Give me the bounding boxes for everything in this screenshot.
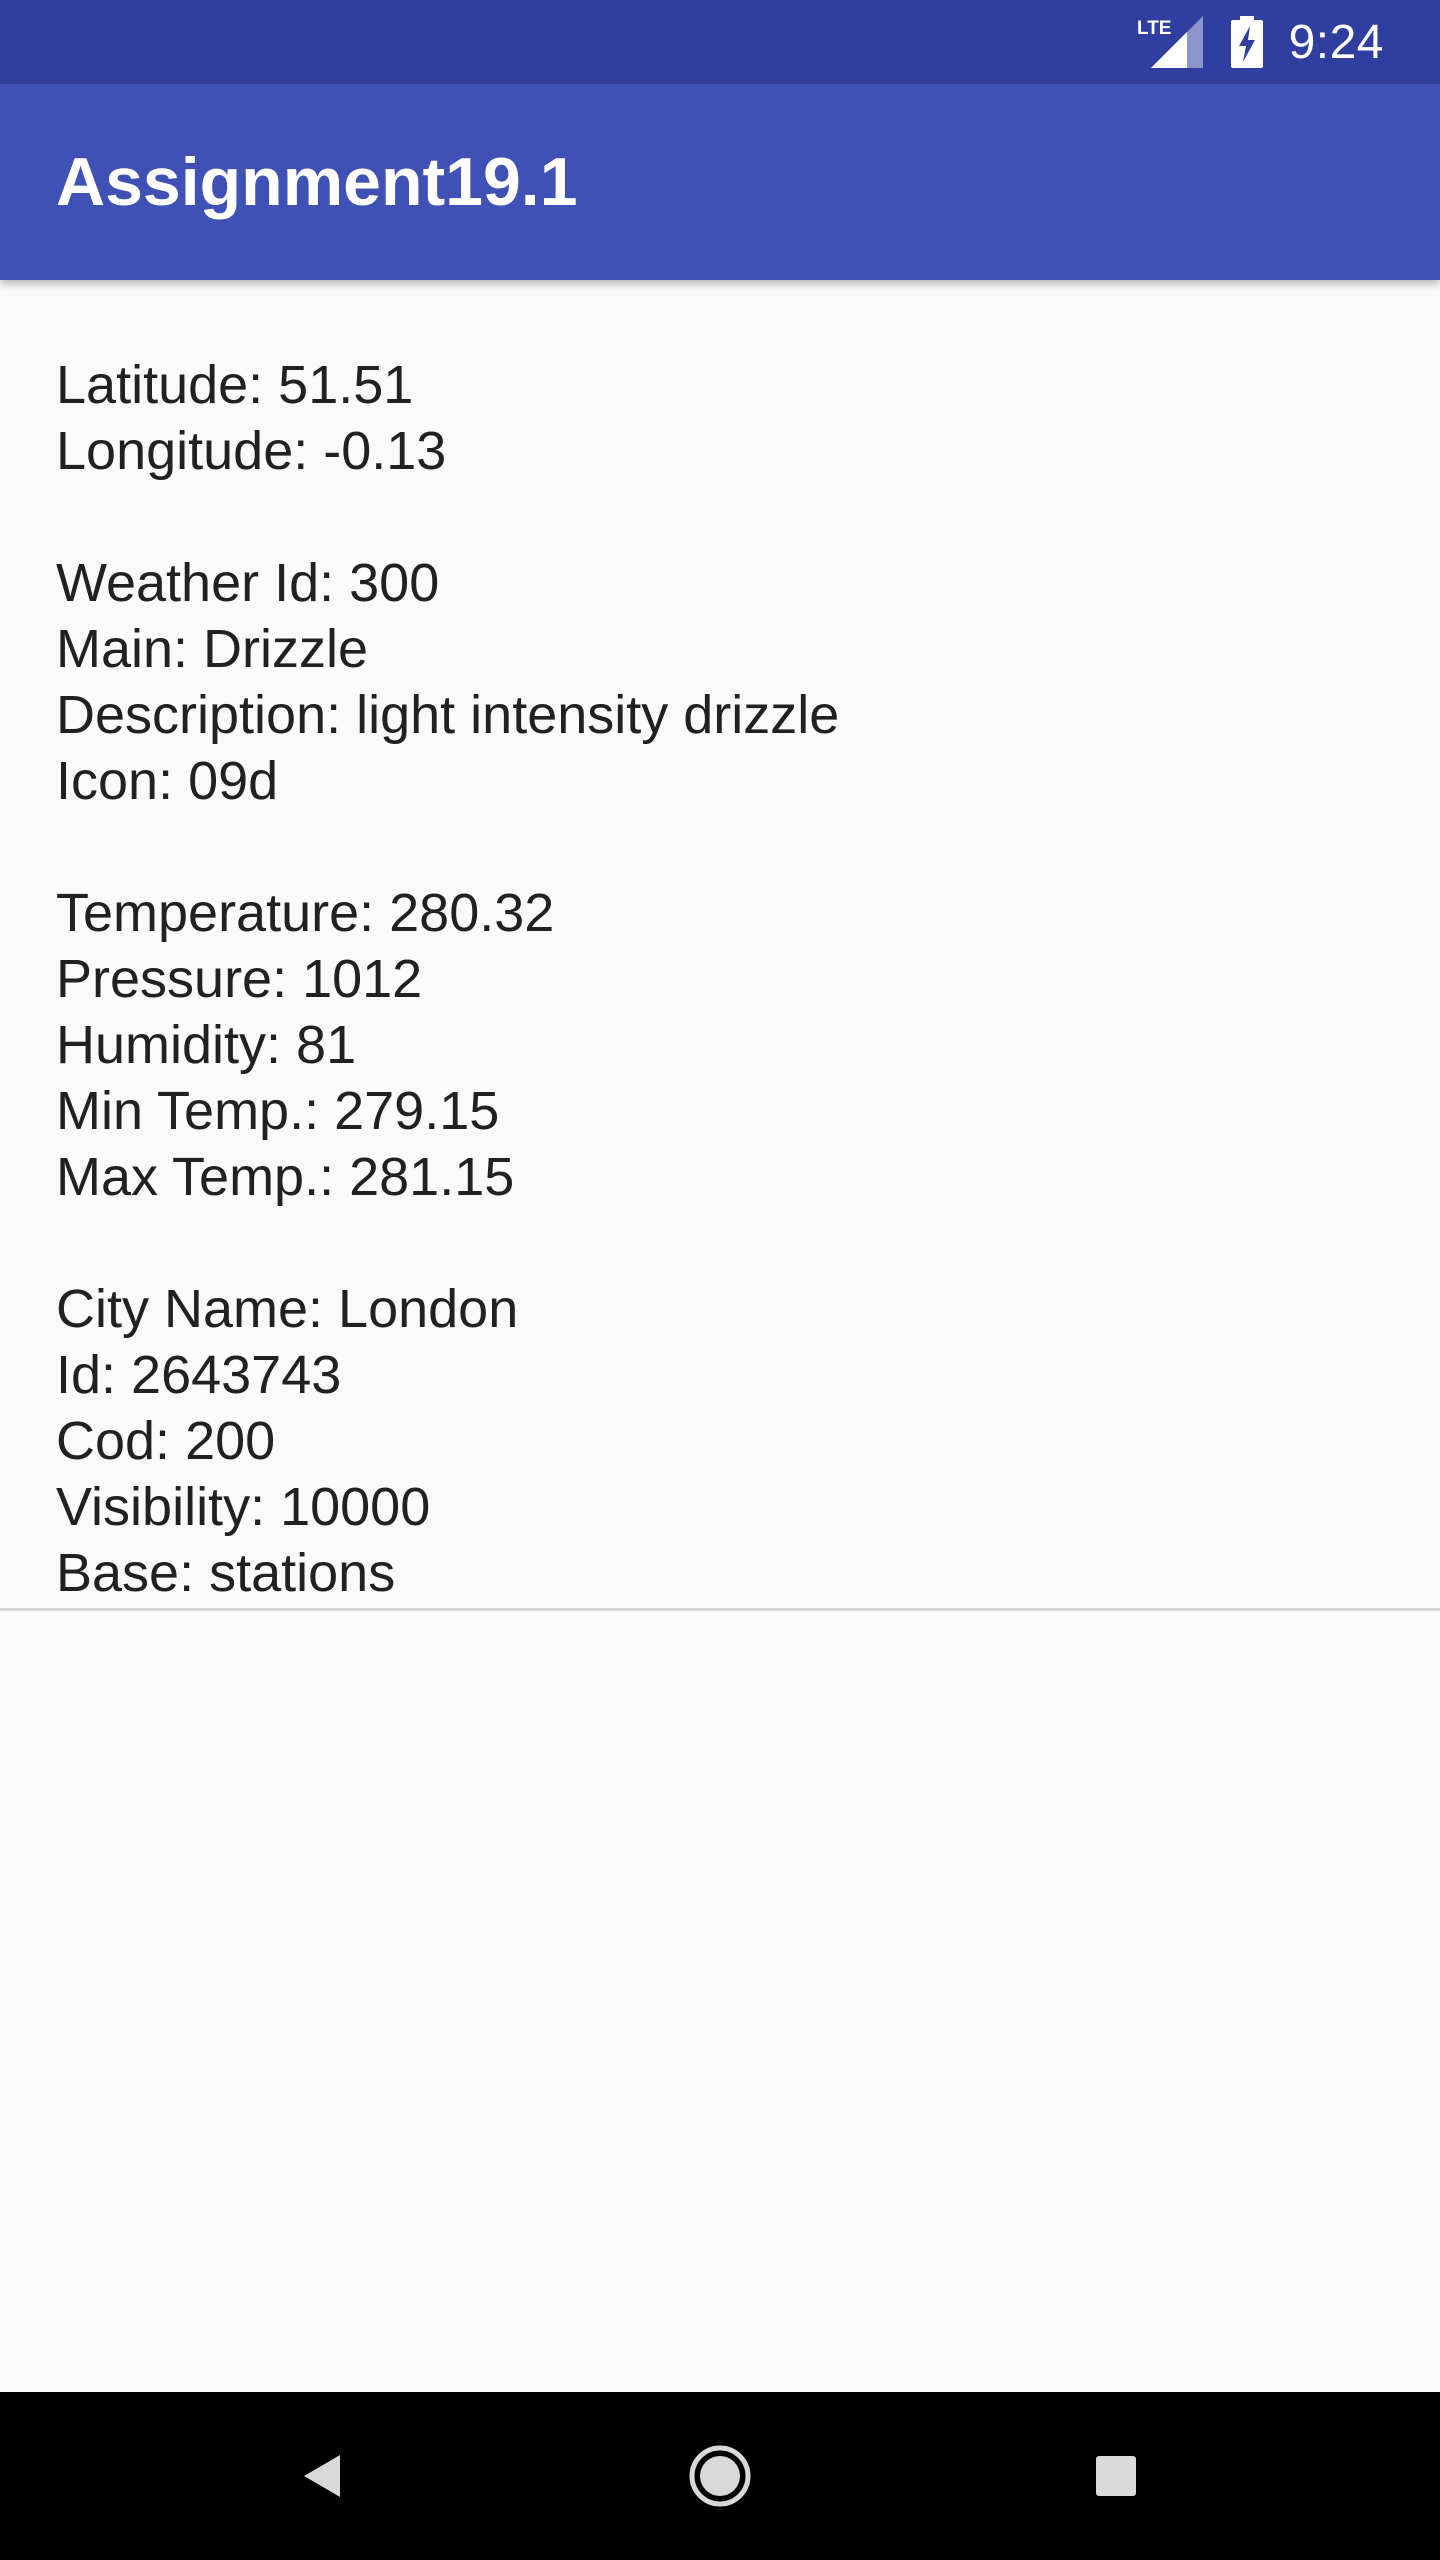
recents-icon [1096,2456,1136,2496]
min-temp-text: Min Temp.: 279.15 [56,1081,500,1141]
app-title: Assignment19.1 [56,144,578,220]
status-time: 9:24 [1288,15,1384,69]
back-icon [304,2455,340,2497]
weather-id-text: Weather Id: 300 [56,553,440,613]
home-button[interactable] [640,2392,800,2560]
main-text: Main: Drizzle [56,619,369,679]
humidity-text: Humidity: 81 [56,1015,357,1075]
visibility-text: Visibility: 10000 [56,1477,431,1537]
divider [0,1608,1440,1611]
network-label: LTE [1137,18,1171,39]
weather-details: Latitude: 51.51 Longitude: -0.13 Weather… [56,352,1386,1606]
back-button[interactable] [242,2392,402,2560]
cod-text: Cod: 200 [56,1411,276,1471]
lte-signal-icon: LTE [1137,16,1203,68]
description-text: Description: light intensity drizzle [56,685,840,745]
app-bar: Assignment19.1 [0,84,1440,280]
navigation-bar [0,2392,1440,2560]
recents-button[interactable] [1036,2392,1196,2560]
longitude-text: Longitude: -0.13 [56,421,447,481]
city-name-text: City Name: London [56,1279,519,1339]
status-bar: LTE 9:24 [0,0,1440,84]
city-id-text: Id: 2643743 [56,1345,342,1405]
pressure-text: Pressure: 1012 [56,949,423,1009]
max-temp-text: Max Temp.: 281.15 [56,1147,515,1207]
battery-charging-icon [1230,16,1263,68]
icon-code-text: Icon: 09d [56,751,279,811]
status-icons: LTE 9:24 [1137,0,1384,84]
base-text: Base: stations [56,1543,396,1603]
home-icon [689,2445,751,2507]
latitude-text: Latitude: 51.51 [56,355,414,415]
temperature-text: Temperature: 280.32 [56,883,555,943]
